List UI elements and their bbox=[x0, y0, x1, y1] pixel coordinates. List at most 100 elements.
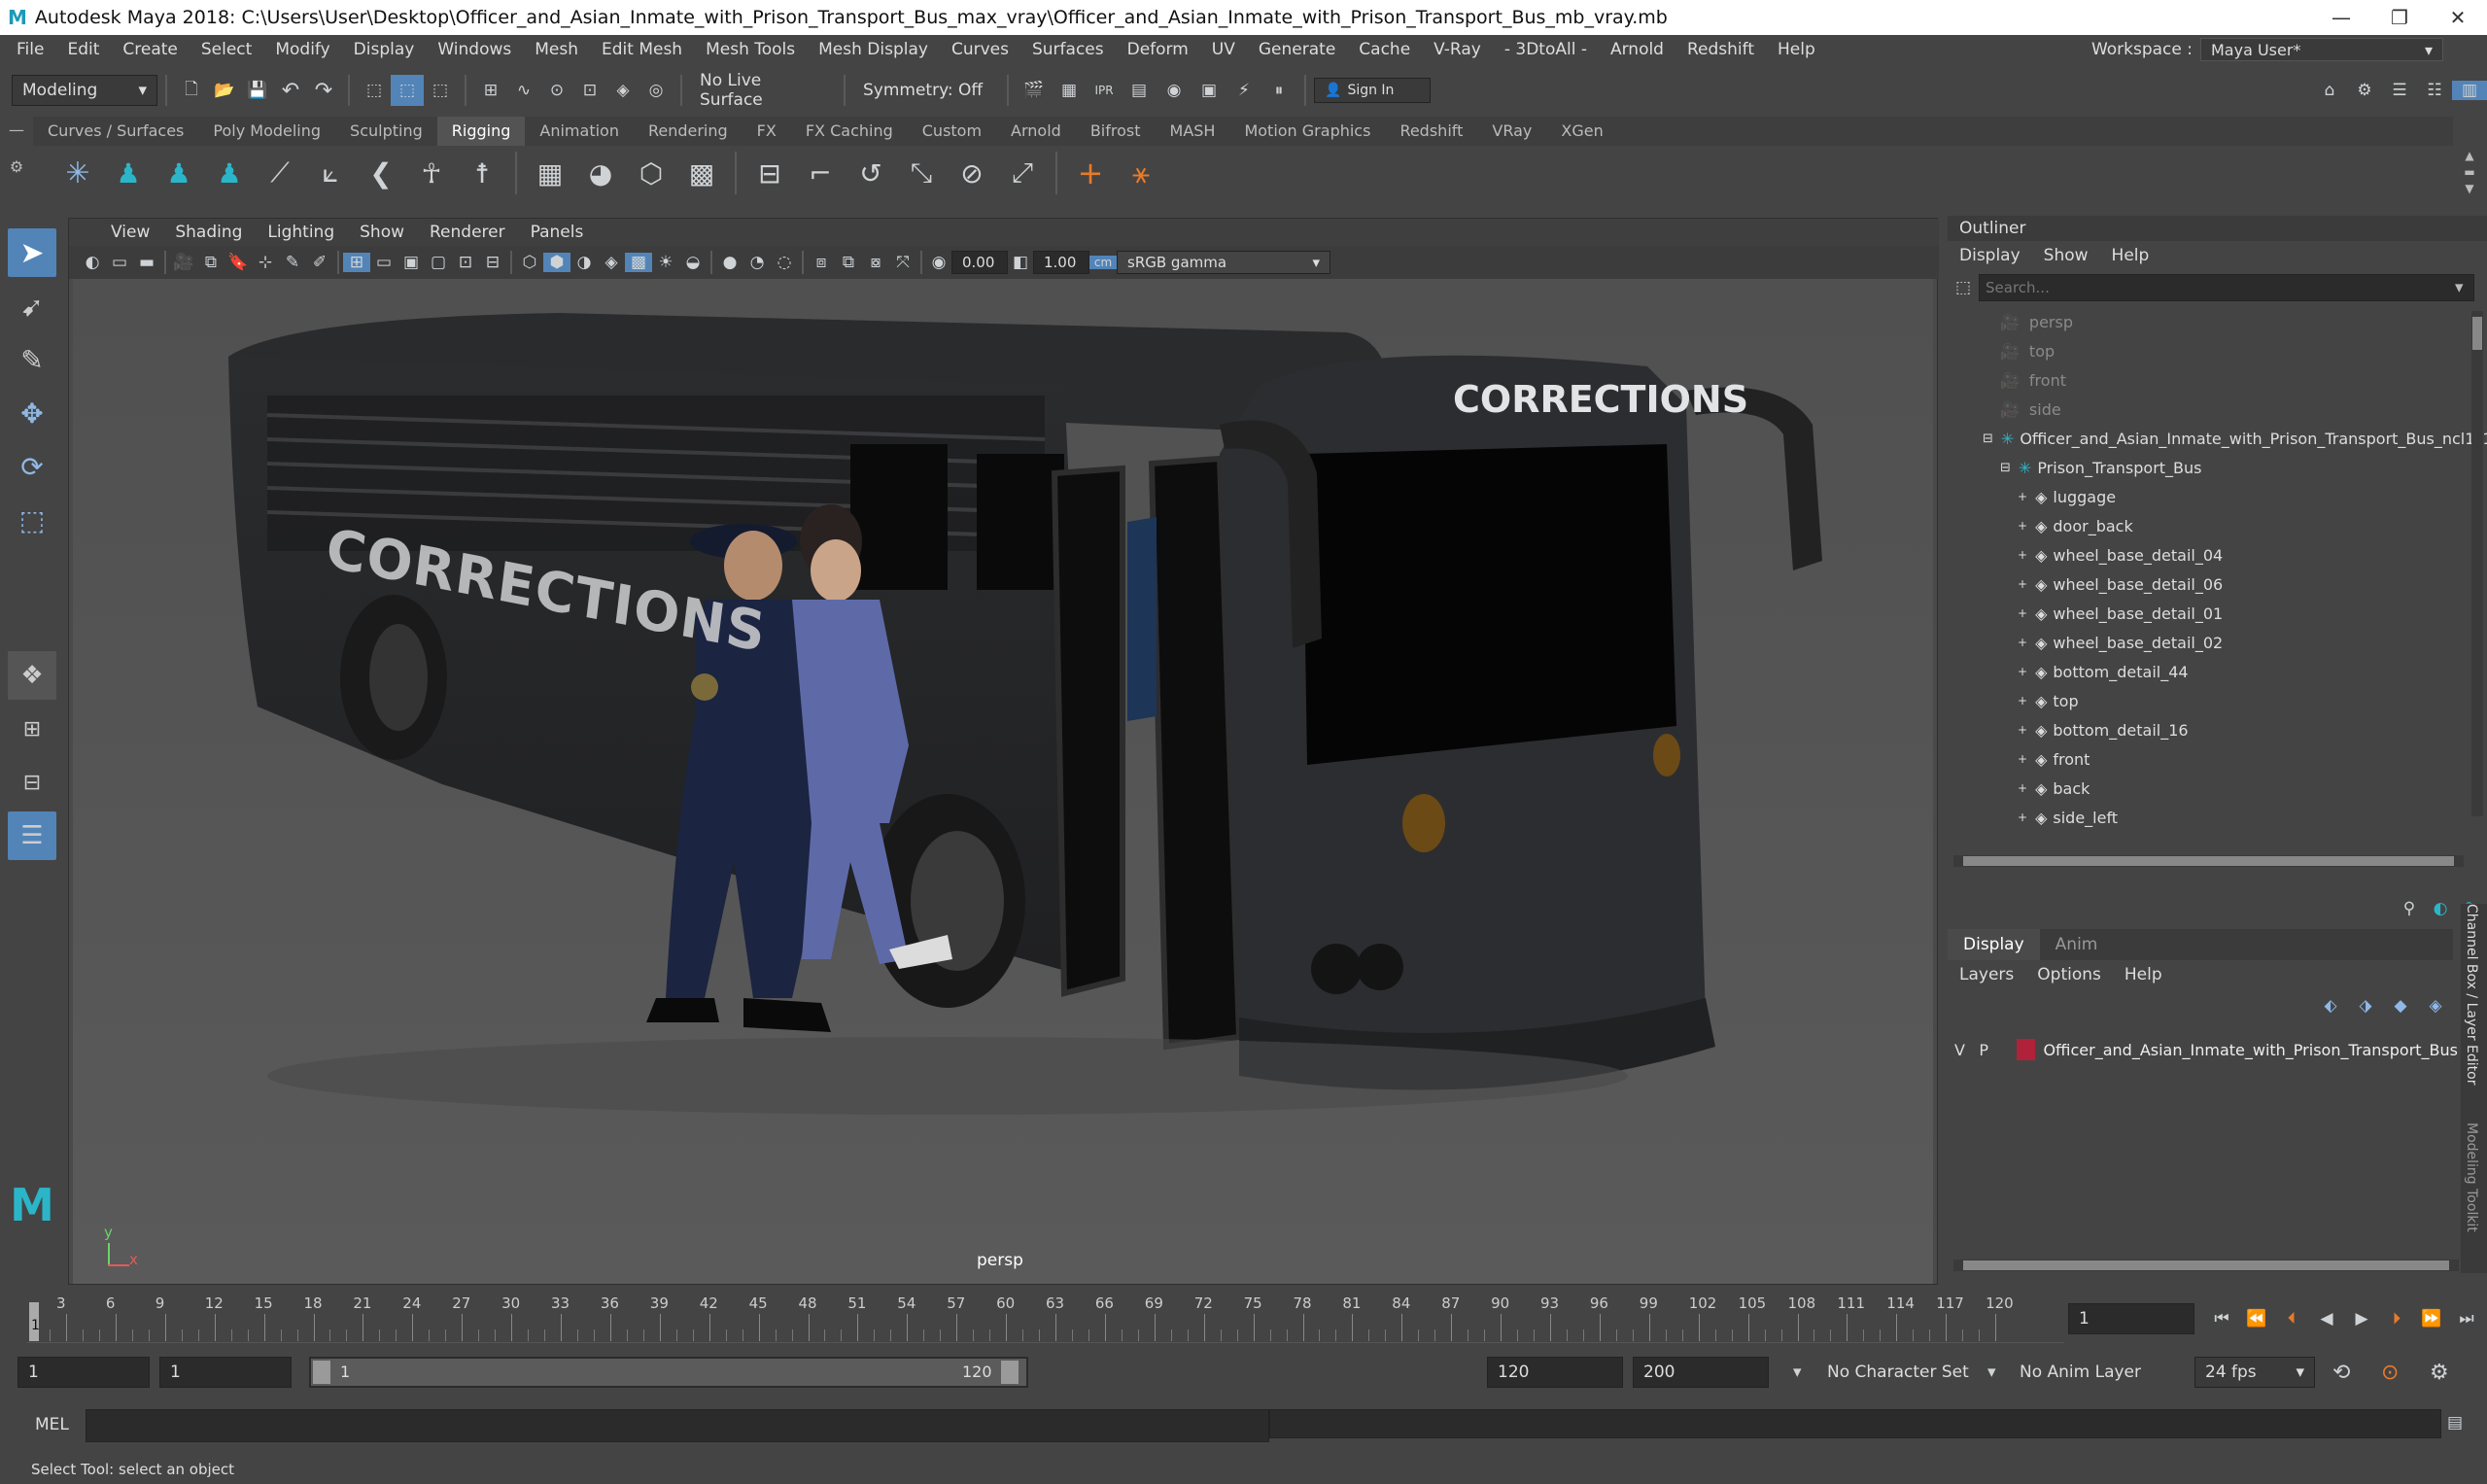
viewport-3d[interactable]: CORRECTIONS CORRECTIONS persp y x bbox=[73, 279, 1933, 1284]
bookmark-icon[interactable]: ▬ bbox=[133, 253, 160, 272]
viewport-menu-view[interactable]: View bbox=[98, 223, 162, 242]
outliner-item-persp[interactable]: 🎥 persp bbox=[1948, 307, 2487, 336]
live-surface-field[interactable]: No Live Surface bbox=[690, 71, 836, 110]
chevron-down-icon[interactable]: ▾ bbox=[1793, 1363, 1802, 1382]
outliner-item-mesh[interactable]: + ◈ luggage bbox=[1948, 482, 2487, 511]
select-object-icon[interactable]: ⬚ bbox=[391, 75, 424, 106]
menu-deform[interactable]: Deform bbox=[1116, 40, 1200, 59]
go-to-start-icon[interactable]: ⏮ bbox=[2204, 1309, 2239, 1329]
select-camera-icon[interactable]: ◐ bbox=[79, 253, 106, 272]
outliner-item-mesh[interactable]: + ◈ bottom_detail_44 bbox=[1948, 657, 2487, 686]
outliner-item-mesh[interactable]: + ◈ wheel_base_detail_04 bbox=[1948, 540, 2487, 569]
menu-mesh-tools[interactable]: Mesh Tools bbox=[694, 40, 807, 59]
outliner-item-mesh[interactable]: + ◈ top bbox=[1948, 686, 2487, 715]
outliner-menu-help[interactable]: Help bbox=[2100, 246, 2161, 265]
bind-skin-icon[interactable]: ❮ bbox=[356, 157, 406, 190]
humanik-skeleton-icon[interactable]: ♟ bbox=[204, 157, 255, 190]
constraint-orient-icon[interactable]: ↺ bbox=[846, 157, 896, 190]
outliner-item-mesh[interactable]: + ◈ wheel_base_detail_02 bbox=[1948, 628, 2487, 657]
xray-icon[interactable]: ▩ bbox=[625, 253, 652, 272]
hypershade-icon[interactable]: ◉ bbox=[1157, 81, 1192, 100]
menu-help[interactable]: Help bbox=[1766, 40, 1827, 59]
collapse-icon[interactable]: ⊟ bbox=[2000, 461, 2011, 475]
outliner-item-mesh[interactable]: + ◈ front bbox=[1948, 744, 2487, 774]
layer-menu-options[interactable]: Options bbox=[2025, 965, 2113, 984]
playback-start-field[interactable]: 1 bbox=[159, 1357, 292, 1388]
shelf-tab-animation[interactable]: Animation bbox=[525, 117, 634, 146]
constraint-aim-icon[interactable]: ⊘ bbox=[947, 157, 997, 190]
filter-icon[interactable]: ⬚ bbox=[1948, 278, 1979, 297]
film-gate-icon[interactable]: ▭ bbox=[370, 253, 397, 272]
expand-icon[interactable]: + bbox=[2018, 548, 2027, 562]
outliner-item-root-group[interactable]: ⊟ ✳ Officer_and_Asian_Inmate_with_Prison_T… bbox=[1948, 424, 2487, 453]
menu-surfaces[interactable]: Surfaces bbox=[1020, 40, 1116, 59]
menu-select[interactable]: Select bbox=[190, 40, 263, 59]
playback-end-field[interactable]: 120 bbox=[1487, 1357, 1623, 1388]
channel-box-icon[interactable]: ☷ bbox=[2417, 81, 2452, 100]
snap-curve-icon[interactable]: ∿ bbox=[507, 81, 540, 100]
menu-cache[interactable]: Cache bbox=[1347, 40, 1422, 59]
outliner-item-top[interactable]: 🎥 top bbox=[1948, 336, 2487, 365]
resolution-gate-icon[interactable]: ▣ bbox=[397, 253, 425, 272]
menu-uv[interactable]: UV bbox=[1200, 40, 1247, 59]
wrap-icon[interactable]: ◕ bbox=[575, 157, 626, 190]
camera-attributes-icon[interactable]: ▭ bbox=[106, 253, 133, 272]
range-start-handle[interactable] bbox=[313, 1361, 330, 1384]
motion-blur-icon[interactable]: ◔ bbox=[743, 253, 771, 272]
safe-action-icon[interactable]: ⊟ bbox=[479, 253, 506, 272]
interactive-bind-icon[interactable]: ☨ bbox=[457, 157, 507, 190]
menu-vray[interactable]: V-Ray bbox=[1422, 40, 1493, 59]
workspace-dropdown[interactable]: Maya User* ▾ bbox=[2200, 38, 2443, 61]
save-scene-icon[interactable]: 💾 bbox=[241, 81, 274, 100]
timeline-track[interactable]: 3 6 9 12 15 18 21 24 27 30 33 36 39 42 45 48 51 54 57 60 63 6… bbox=[27, 1294, 2064, 1343]
shelf-tab-rendering[interactable]: Rendering bbox=[634, 117, 743, 146]
four-view-icon[interactable]: ⊞ bbox=[8, 705, 56, 753]
select-hierarchy-icon[interactable]: ⬚ bbox=[358, 81, 391, 100]
image-plane-icon[interactable]: ⧉ bbox=[197, 253, 225, 272]
select-component-icon[interactable]: ⬚ bbox=[424, 81, 457, 100]
side-tab-channel-box[interactable]: Channel Box / Layer Editor bbox=[2464, 904, 2479, 1085]
menu-edit[interactable]: Edit bbox=[55, 40, 111, 59]
menu-mesh[interactable]: Mesh bbox=[523, 40, 590, 59]
menu-windows[interactable]: Windows bbox=[426, 40, 523, 59]
shelf-tab-fx-caching[interactable]: FX Caching bbox=[791, 117, 908, 146]
two-view-icon[interactable]: ⊟ bbox=[8, 758, 56, 807]
outliner-menu-display[interactable]: Display bbox=[1948, 246, 2032, 265]
step-forward-key-icon[interactable]: ⏩ bbox=[2414, 1309, 2449, 1329]
camera-icon[interactable]: 🎥 bbox=[170, 253, 197, 272]
modeling-toolkit-icon[interactable]: ▥ bbox=[2452, 81, 2487, 100]
move-layer-down-icon[interactable]: ⬗ bbox=[2348, 996, 2383, 1016]
blend-shape-icon[interactable]: ▩ bbox=[676, 157, 727, 190]
menu-redshift[interactable]: Redshift bbox=[1675, 40, 1766, 59]
end-time-field[interactable]: 200 bbox=[1633, 1357, 1769, 1388]
rotate-tool-icon[interactable]: ⟳ bbox=[8, 442, 56, 491]
layer-color-swatch[interactable] bbox=[2016, 1039, 2036, 1060]
outliner-item-mesh[interactable]: + ◈ back bbox=[1948, 774, 2487, 803]
outliner-search-input[interactable] bbox=[1979, 274, 2474, 301]
close-button[interactable]: ✕ bbox=[2429, 6, 2487, 29]
paint-select-tool-icon[interactable]: ✎ bbox=[8, 335, 56, 384]
humanik-icon[interactable]: ♟ bbox=[103, 157, 154, 190]
script-editor-icon[interactable]: ▤ bbox=[2447, 1413, 2463, 1432]
shelf-menu-icon[interactable]: — ⚙ bbox=[6, 121, 27, 198]
outliner-horizontal-scrollbar[interactable] bbox=[1953, 855, 2464, 867]
expand-icon[interactable]: + bbox=[2018, 781, 2027, 795]
shelf-tab-poly-modeling[interactable]: Poly Modeling bbox=[198, 117, 335, 146]
grid-icon[interactable]: ⊞ bbox=[343, 253, 370, 272]
open-scene-icon[interactable]: 📂 bbox=[208, 81, 241, 100]
command-language-label[interactable]: MEL bbox=[35, 1415, 69, 1434]
expand-icon[interactable]: + bbox=[2018, 577, 2027, 591]
new-layer-selected-icon[interactable]: ◈ bbox=[2418, 996, 2453, 1016]
lattice-icon[interactable]: ▦ bbox=[525, 157, 575, 190]
expand-icon[interactable]: + bbox=[2018, 519, 2027, 533]
menu-arnold[interactable]: Arnold bbox=[1599, 40, 1675, 59]
constraint-point-icon[interactable]: ⌐ bbox=[795, 157, 846, 190]
expand-icon[interactable]: + bbox=[2018, 811, 2027, 824]
colorspace-dropdown[interactable]: sRGB gamma ▾ bbox=[1117, 251, 1330, 274]
locator-icon[interactable]: + bbox=[1065, 155, 1116, 191]
pencil-icon[interactable]: ✐ bbox=[306, 253, 333, 272]
play-backward-icon[interactable]: ◀ bbox=[2309, 1309, 2344, 1329]
snap-live-icon[interactable]: ◎ bbox=[639, 81, 673, 100]
bookmark-camera-icon[interactable]: 🔖 bbox=[225, 253, 252, 272]
snap-point-icon[interactable]: ⊙ bbox=[540, 81, 573, 100]
